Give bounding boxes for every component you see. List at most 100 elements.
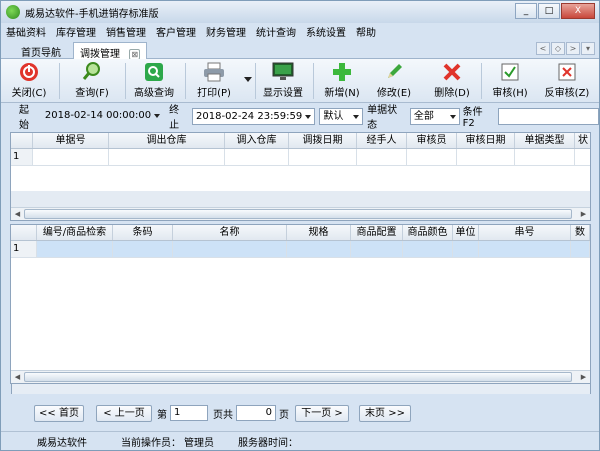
menu-statistics[interactable]: 统计查询	[251, 24, 301, 39]
delete-x-icon	[441, 61, 463, 82]
print-button[interactable]: 打印(P)	[193, 61, 235, 101]
scroll-right-icon[interactable]: ▶	[578, 372, 589, 382]
tab-transfer[interactable]: 调拨管理 ⊠	[73, 42, 148, 60]
table-cell[interactable]	[575, 149, 590, 165]
page-input[interactable]: 1	[170, 405, 208, 421]
unapprove-button[interactable]: 反审核(Z)	[543, 61, 591, 101]
column-header[interactable]: 数	[571, 225, 590, 240]
menu-settings[interactable]: 系统设置	[301, 24, 351, 39]
column-header[interactable]: 串号	[479, 225, 571, 240]
table-cell[interactable]	[225, 149, 289, 165]
last-page-button[interactable]: 末页 >>	[359, 404, 411, 422]
toolbar-divider	[255, 63, 256, 99]
table-cell[interactable]	[453, 241, 479, 257]
table-cell[interactable]	[571, 241, 590, 257]
approve-button-label: 审核(H)	[492, 88, 528, 99]
close-button[interactable]: 关闭(C)	[9, 61, 49, 101]
unapprove-button-label: 反审核(Z)	[544, 88, 590, 99]
column-header[interactable]: 编号/商品检索	[37, 225, 113, 240]
tab-home-nav-icon[interactable]: ◇	[551, 42, 565, 55]
maximize-button[interactable]: □	[538, 3, 560, 19]
query-button[interactable]: 查询(F)	[67, 61, 117, 101]
menu-basic-data[interactable]: 基础资料	[1, 24, 51, 39]
close-window-button[interactable]: X	[561, 3, 595, 19]
column-header[interactable]: 经手人	[357, 133, 407, 148]
table-cell[interactable]	[515, 149, 575, 165]
menu-customers[interactable]: 客户管理	[151, 24, 201, 39]
table-cell[interactable]	[109, 149, 225, 165]
column-header[interactable]: 审核员	[407, 133, 457, 148]
delete-button[interactable]: 删除(D)	[431, 61, 473, 101]
table-row[interactable]: 1	[11, 149, 590, 166]
mode-select[interactable]: 默认	[319, 107, 364, 125]
table-cell[interactable]	[289, 149, 357, 165]
tab-home[interactable]: 首页导航	[15, 42, 67, 59]
column-header[interactable]: 调出仓库	[109, 133, 225, 148]
column-header[interactable]: 商品配置	[351, 225, 403, 240]
column-header[interactable]: 调入仓库	[225, 133, 289, 148]
advanced-search-icon	[143, 61, 165, 82]
app-window: 威易达软件-手机进销存标准版 _ □ X 基础资料 库存管理 销售管理 客户管理…	[0, 0, 600, 451]
table-cell[interactable]	[37, 241, 113, 257]
tab-home-label: 首页导航	[21, 48, 61, 59]
toolbar-divider	[481, 63, 482, 99]
menu-inventory[interactable]: 库存管理	[51, 24, 101, 39]
column-header[interactable]: 名称	[173, 225, 287, 240]
column-header[interactable]: 规格	[287, 225, 351, 240]
total-pages-value: 0	[236, 405, 276, 421]
tab-strip: 首页导航 调拨管理 ⊠ < ◇ > ▾	[1, 39, 599, 60]
table-cell[interactable]	[403, 241, 453, 257]
column-header[interactable]: 商品颜色	[403, 225, 453, 240]
display-settings-button[interactable]: 显示设置	[261, 61, 305, 101]
scroll-thumb[interactable]	[24, 372, 572, 382]
power-icon	[18, 61, 40, 82]
column-header[interactable]: 审核日期	[457, 133, 515, 148]
print-dropdown-icon[interactable]	[244, 77, 252, 82]
end-date-input[interactable]: 2018-02-24 23:59:59	[192, 107, 316, 125]
column-header[interactable]: 单据类型	[515, 133, 575, 148]
add-button[interactable]: 新增(N)	[321, 61, 363, 101]
scroll-left-icon[interactable]: ◀	[12, 209, 23, 219]
table-row[interactable]: 1	[11, 241, 590, 258]
title-bar: 威易达软件-手机进销存标准版 _ □ X	[1, 1, 599, 23]
next-page-button[interactable]: 下一页 >	[295, 404, 349, 422]
table-cell[interactable]	[479, 241, 571, 257]
table-cell[interactable]	[33, 149, 109, 165]
column-header	[11, 133, 33, 148]
menu-sales[interactable]: 销售管理	[101, 24, 151, 39]
status-select[interactable]: 全部	[409, 107, 460, 125]
column-header	[11, 225, 37, 240]
table-cell[interactable]	[407, 149, 457, 165]
column-header[interactable]: 单据号	[33, 133, 109, 148]
scroll-thumb[interactable]	[24, 209, 572, 219]
table-cell[interactable]	[113, 241, 173, 257]
menu-help[interactable]: 帮助	[351, 24, 381, 39]
table-cell[interactable]	[287, 241, 351, 257]
condition-input[interactable]	[497, 107, 599, 125]
table-cell[interactable]	[457, 149, 515, 165]
edit-button[interactable]: 修改(E)	[373, 61, 415, 101]
scroll-right-icon[interactable]: ▶	[578, 209, 589, 219]
minimize-button[interactable]: _	[515, 3, 537, 19]
condition-label: 条件F2	[462, 107, 483, 129]
menu-finance[interactable]: 财务管理	[201, 24, 251, 39]
horizontal-scrollbar[interactable]: ◀ ▶	[11, 370, 590, 383]
window-title: 威易达软件-手机进销存标准版	[25, 8, 159, 20]
table-cell[interactable]	[173, 241, 287, 257]
column-header[interactable]: 调拨日期	[289, 133, 357, 148]
start-date-input[interactable]: 2018-02-14 00:00:00	[42, 108, 163, 125]
approve-button[interactable]: 审核(H)	[489, 61, 531, 101]
horizontal-scrollbar[interactable]: ◀ ▶	[11, 207, 590, 220]
first-page-button[interactable]: << 首页	[34, 404, 84, 422]
advanced-query-button[interactable]: 高级查询	[131, 61, 177, 101]
tab-list-icon[interactable]: ▾	[581, 42, 595, 55]
table-cell[interactable]	[351, 241, 403, 257]
column-header[interactable]: 单位	[453, 225, 479, 240]
column-header[interactable]: 状	[575, 133, 590, 148]
column-header[interactable]: 条码	[113, 225, 173, 240]
tab-prev-icon[interactable]: <	[536, 42, 550, 55]
prev-page-button[interactable]: < 上一页	[96, 404, 152, 422]
tab-next-icon[interactable]: >	[566, 42, 580, 55]
scroll-left-icon[interactable]: ◀	[12, 372, 23, 382]
table-cell[interactable]	[357, 149, 407, 165]
